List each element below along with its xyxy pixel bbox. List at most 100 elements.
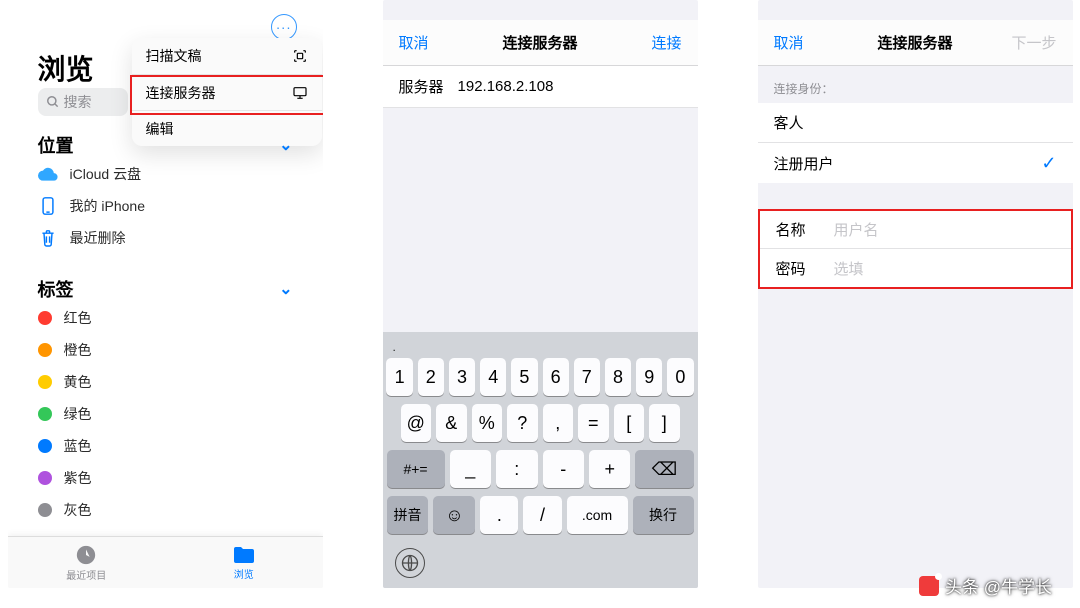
- iphone-icon: [38, 196, 58, 216]
- folder-icon: [232, 545, 256, 565]
- menu-label: 扫描文稿: [146, 46, 202, 66]
- key-0[interactable]: 0: [667, 358, 693, 396]
- key-comma[interactable]: ,: [543, 404, 574, 442]
- chevron-down-icon: ⌄: [279, 279, 292, 299]
- key-7[interactable]: 7: [574, 358, 600, 396]
- more-button[interactable]: ···: [271, 14, 297, 40]
- key-1[interactable]: 1: [386, 358, 412, 396]
- row-label: 橙色: [64, 340, 92, 360]
- key-5[interactable]: 5: [511, 358, 537, 396]
- location-icloud[interactable]: iCloud 云盘: [8, 158, 323, 190]
- key-q[interactable]: ?: [507, 404, 538, 442]
- key-slash[interactable]: /: [523, 496, 561, 534]
- field-label: 密码: [776, 258, 816, 279]
- row-label: 最近删除: [70, 228, 126, 248]
- next-button[interactable]: 下一步: [1000, 32, 1056, 53]
- server-row[interactable]: 服务器 192.168.2.108: [383, 66, 698, 108]
- search-input[interactable]: 搜索: [38, 88, 128, 116]
- section-label: 位置: [38, 132, 74, 158]
- keyboard: . 1 2 3 4 5 6 7 8 9 0 @ & % ? , = [ ] #+…: [383, 332, 698, 588]
- section-tags[interactable]: 标签 ⌄: [8, 276, 323, 302]
- tab-recents[interactable]: 最近项目: [8, 537, 166, 588]
- cancel-button[interactable]: 取消: [774, 32, 830, 53]
- tag-orange[interactable]: 橙色: [8, 334, 323, 366]
- key-emoji[interactable]: ☺: [433, 496, 475, 534]
- field-label: 名称: [776, 219, 816, 240]
- search-icon: [46, 95, 60, 109]
- scan-icon: [292, 48, 308, 64]
- cell-label: 注册用户: [774, 153, 834, 174]
- screenshot-browse: ··· 浏览 搜索 扫描文稿 连接服务器 编辑 位置 ⌄: [8, 0, 323, 588]
- connect-button[interactable]: 连接: [625, 32, 681, 53]
- key-plus[interactable]: +: [589, 450, 630, 488]
- cell-label: 客人: [774, 112, 804, 133]
- context-menu: 扫描文稿 连接服务器 编辑: [132, 38, 322, 146]
- key-dot[interactable]: .: [480, 496, 518, 534]
- key-com[interactable]: .com: [567, 496, 628, 534]
- key-underscore[interactable]: _: [450, 450, 491, 488]
- key-pinyin[interactable]: 拼音: [387, 496, 429, 534]
- screenshot-connect-server: 取消 连接服务器 连接 服务器 192.168.2.108 . 1 2 3 4 …: [383, 0, 698, 588]
- key-pct[interactable]: %: [472, 404, 503, 442]
- password-field[interactable]: 密码 选填: [760, 249, 1071, 287]
- key-rbracket[interactable]: ]: [649, 404, 680, 442]
- search-placeholder: 搜索: [64, 92, 92, 112]
- dot-icon: [38, 503, 52, 517]
- key-at[interactable]: @: [401, 404, 432, 442]
- key-6[interactable]: 6: [543, 358, 569, 396]
- section-locations[interactable]: 位置 ⌄: [8, 132, 323, 158]
- tag-yellow[interactable]: 黄色: [8, 366, 323, 398]
- key-eq[interactable]: =: [578, 404, 609, 442]
- tab-label: 最近项目: [66, 567, 106, 582]
- row-label: iCloud 云盘: [70, 164, 142, 184]
- tag-green[interactable]: 绿色: [8, 398, 323, 430]
- location-my-iphone[interactable]: 我的 iPhone: [8, 190, 323, 222]
- tag-blue[interactable]: 蓝色: [8, 430, 323, 462]
- tab-browse[interactable]: 浏览: [165, 537, 323, 588]
- key-9[interactable]: 9: [636, 358, 662, 396]
- server-input[interactable]: 192.168.2.108: [458, 78, 554, 95]
- key-amp[interactable]: &: [436, 404, 467, 442]
- row-label: 蓝色: [64, 436, 92, 456]
- menu-scan-documents[interactable]: 扫描文稿: [132, 38, 322, 74]
- key-4[interactable]: 4: [480, 358, 506, 396]
- credentials-form: 名称 用户名 密码 选填: [758, 209, 1073, 289]
- key-2[interactable]: 2: [418, 358, 444, 396]
- screenshot-connect-identity: 取消 连接服务器 下一步 连接身份： 客人 注册用户 ✓ 名称 用户名 密码 选…: [758, 0, 1073, 588]
- identity-guest[interactable]: 客人: [758, 103, 1073, 143]
- row-label: 绿色: [64, 404, 92, 424]
- section-connect-as: 连接身份：: [758, 66, 1073, 103]
- tag-red[interactable]: 红色: [8, 302, 323, 334]
- key-lbracket[interactable]: [: [614, 404, 645, 442]
- key-backspace[interactable]: ⌫: [635, 450, 693, 488]
- key-alt[interactable]: #+=: [387, 450, 445, 488]
- nav-title: 连接服务器: [502, 32, 577, 53]
- tag-gray[interactable]: 灰色: [8, 494, 323, 526]
- nav-bar: 取消 连接服务器 连接: [383, 20, 698, 66]
- password-input[interactable]: 选填: [834, 258, 864, 279]
- dot-icon: [38, 343, 52, 357]
- key-8[interactable]: 8: [605, 358, 631, 396]
- menu-connect-server[interactable]: 连接服务器: [132, 74, 322, 110]
- tag-purple[interactable]: 紫色: [8, 462, 323, 494]
- location-recently-deleted[interactable]: 最近删除: [8, 222, 323, 254]
- name-input[interactable]: 用户名: [834, 219, 879, 240]
- keyboard-suggestion[interactable]: .: [387, 338, 694, 358]
- row-label: 红色: [64, 308, 92, 328]
- checkmark-icon: ✓: [1041, 153, 1056, 174]
- dot-icon: [38, 311, 52, 325]
- row-label: 紫色: [64, 468, 92, 488]
- name-field[interactable]: 名称 用户名: [760, 211, 1071, 249]
- section-label: 标签: [38, 276, 74, 302]
- identity-registered[interactable]: 注册用户 ✓: [758, 143, 1073, 183]
- key-enter[interactable]: 换行: [633, 496, 694, 534]
- cancel-button[interactable]: 取消: [399, 32, 455, 53]
- dot-icon: [38, 375, 52, 389]
- key-3[interactable]: 3: [449, 358, 475, 396]
- key-colon[interactable]: :: [496, 450, 537, 488]
- clock-icon: [75, 544, 97, 566]
- dot-icon: [38, 407, 52, 421]
- key-dash[interactable]: -: [543, 450, 584, 488]
- row-label: 黄色: [64, 372, 92, 392]
- globe-icon[interactable]: [395, 548, 425, 578]
